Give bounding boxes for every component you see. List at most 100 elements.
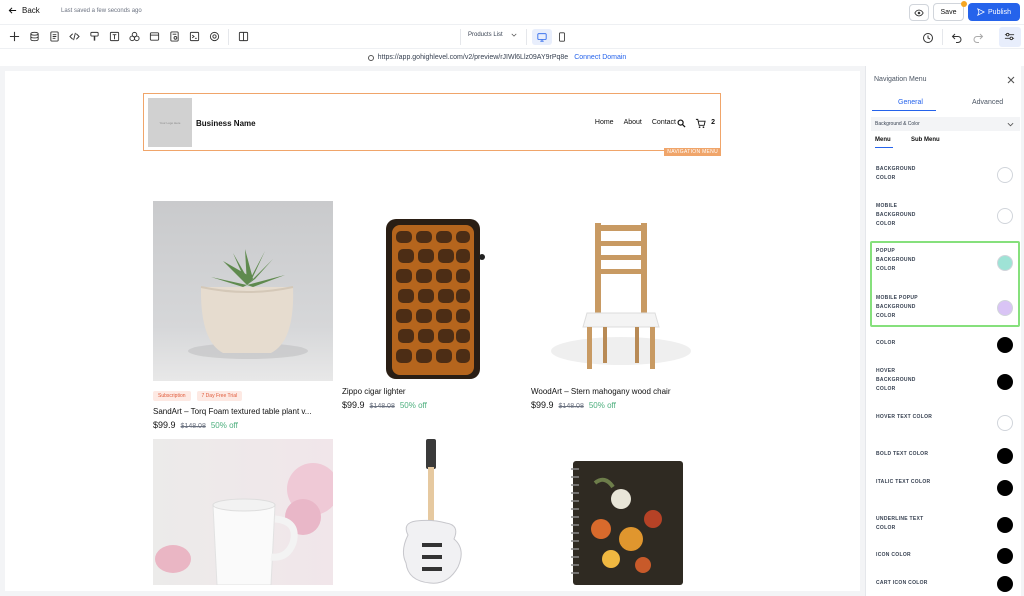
form-icon[interactable]	[169, 31, 180, 42]
prop-label: ITALIC TEXT COLOR	[876, 479, 931, 485]
mobile-icon	[559, 32, 565, 42]
product-discount: 50% off	[210, 421, 238, 430]
cloud-icon[interactable]	[129, 31, 140, 42]
color-swatch[interactable]	[997, 167, 1013, 183]
back-button[interactable]: Back	[8, 6, 40, 15]
product-name[interactable]: SandArt – Torq Foam textured table plant…	[153, 407, 333, 416]
desktop-view-button[interactable]	[532, 29, 552, 45]
prop-label: HOVER BACKGROUND COLOR	[876, 368, 916, 392]
publish-label: Publish	[988, 8, 1011, 16]
redo-icon[interactable]	[972, 31, 984, 43]
undo-icon[interactable]	[951, 31, 963, 43]
prop-label: POPUP BACKGROUND COLOR	[876, 248, 916, 272]
tab-advanced[interactable]: Advanced	[972, 99, 1003, 106]
color-swatch[interactable]	[997, 337, 1013, 353]
product-image-mug[interactable]	[153, 439, 333, 585]
logo-placeholder[interactable]: Your Logo Here	[148, 98, 192, 147]
color-swatch[interactable]	[997, 576, 1013, 592]
code-icon[interactable]	[69, 31, 80, 42]
subtab-menu[interactable]: Menu	[875, 137, 891, 143]
color-swatch[interactable]	[997, 448, 1013, 464]
prop-label: CART ICON COLOR	[876, 580, 928, 586]
globe-icon	[367, 54, 374, 61]
connect-domain-link[interactable]: Connect Domain	[574, 54, 626, 61]
product-card[interactable]: WoodArt – Stern mahogany wood chair $99.…	[531, 201, 711, 410]
sliders-icon	[1004, 32, 1015, 41]
text-icon[interactable]	[109, 31, 120, 42]
product-prices: $99.9 $148.08 50% off	[153, 420, 333, 430]
subtab-sub-menu[interactable]: Sub Menu	[911, 137, 940, 143]
trial-badge: 7 Day Free Trial	[196, 391, 243, 401]
prop-label: BACKGROUND COLOR	[876, 166, 916, 181]
cart-icon[interactable]	[695, 118, 706, 129]
preview-url[interactable]: https://app.gohighlevel.com/v2/preview/r…	[378, 54, 569, 61]
color-swatch[interactable]	[997, 374, 1013, 390]
product-old-price: $148.08	[180, 423, 206, 430]
mobile-view-button[interactable]	[552, 29, 572, 45]
prop-label: HOVER TEXT COLOR	[876, 414, 933, 420]
add-icon[interactable]	[9, 31, 20, 42]
nav-link-home[interactable]: Home	[595, 119, 614, 126]
product-name[interactable]: Zippo cigar lighter	[342, 387, 522, 396]
split-view-icon[interactable]	[238, 31, 249, 42]
product-card[interactable]: Zippo cigar lighter $99.9 $148.08 50% of…	[342, 201, 522, 410]
close-icon[interactable]	[1007, 76, 1015, 84]
color-swatch[interactable]	[997, 208, 1013, 224]
product-image-plant[interactable]	[153, 201, 333, 381]
color-swatch[interactable]	[997, 548, 1013, 564]
color-swatch[interactable]	[997, 480, 1013, 496]
product-price: $99.9	[342, 400, 365, 410]
product-prices: $99.9 $148.08 50% off	[531, 400, 711, 410]
product-name[interactable]: WoodArt – Stern mahogany wood chair	[531, 387, 711, 396]
publish-button[interactable]: Publish	[968, 3, 1020, 21]
active-subtab-indicator	[875, 147, 893, 148]
product-image-notebook[interactable]	[531, 439, 711, 585]
product-old-price: $148.08	[558, 403, 584, 410]
product-image-guitar[interactable]	[342, 439, 522, 585]
product-image-chair[interactable]	[531, 201, 711, 381]
color-swatch[interactable]	[997, 415, 1013, 431]
section-background-color[interactable]: Background & Color	[871, 117, 1020, 131]
product-price: $99.9	[531, 400, 554, 410]
window-icon[interactable]	[149, 31, 160, 42]
product-image-lighter[interactable]	[342, 201, 522, 381]
paint-icon[interactable]	[89, 31, 100, 42]
nav-link-about[interactable]: About	[624, 119, 642, 126]
integrations-icon[interactable]	[209, 31, 220, 42]
history-icon[interactable]	[922, 31, 934, 43]
page-canvas: Your Logo Here Business Name Home About …	[5, 71, 860, 591]
preview-button[interactable]	[909, 4, 929, 21]
color-swatch[interactable]	[997, 517, 1013, 533]
product-discount: 50% off	[399, 401, 427, 410]
arrow-left-icon	[8, 7, 17, 14]
save-button[interactable]: Save	[933, 3, 964, 21]
settings-panel-toggle[interactable]	[999, 27, 1021, 47]
prop-label: BOLD TEXT COLOR	[876, 451, 929, 457]
layers-icon[interactable]	[29, 31, 40, 42]
search-icon[interactable]	[677, 119, 686, 128]
prop-label: ICON COLOR	[876, 552, 911, 558]
color-swatch[interactable]	[997, 255, 1013, 271]
page-icon[interactable]	[49, 31, 60, 42]
last-saved-text: Last saved a few seconds ago	[61, 8, 142, 14]
preview-url-bar: https://app.gohighlevel.com/v2/preview/r…	[0, 50, 1024, 65]
product-old-price: $148.08	[369, 403, 395, 410]
send-icon	[977, 8, 986, 16]
back-label: Back	[22, 6, 40, 15]
navigation-menu-element[interactable]: Your Logo Here Business Name Home About …	[143, 93, 721, 156]
product-price: $99.9	[153, 420, 176, 430]
product-discount: 50% off	[588, 401, 616, 410]
desktop-icon	[537, 33, 547, 42]
business-name[interactable]: Business Name	[196, 119, 256, 128]
page-selector[interactable]: Products List	[468, 32, 517, 38]
product-card[interactable]: Subscription 7 Day Free Trial SandArt – …	[153, 201, 333, 430]
top-bar: Back Last saved a few seconds ago Save P…	[0, 0, 1024, 25]
color-swatch[interactable]	[997, 300, 1013, 316]
tab-general[interactable]: General	[898, 99, 923, 106]
element-label-tag: NAVIGATION MENU	[664, 148, 721, 156]
terminal-icon[interactable]	[189, 31, 200, 42]
panel-title: Navigation Menu	[874, 76, 927, 83]
unsaved-indicator	[961, 1, 967, 7]
product-prices: $99.9 $148.08 50% off	[342, 400, 522, 410]
nav-link-contact[interactable]: Contact	[652, 119, 676, 126]
